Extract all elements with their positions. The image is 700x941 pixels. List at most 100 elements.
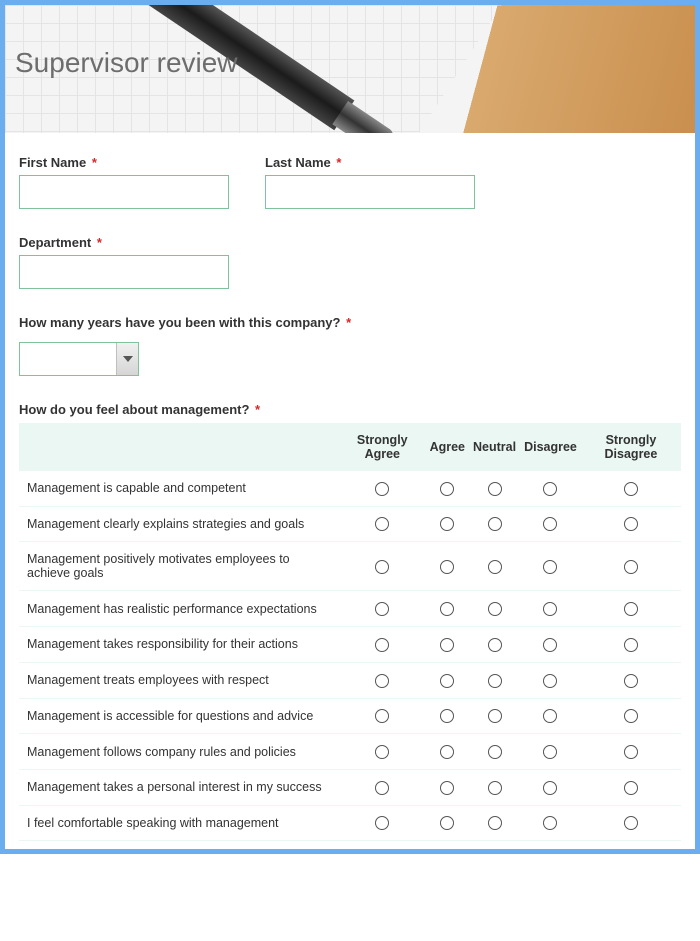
matrix-radio[interactable]	[543, 816, 557, 830]
name-row: First Name * Last Name *	[19, 155, 681, 209]
matrix-radio[interactable]	[375, 674, 389, 688]
matrix-row: Management is capable and competent	[19, 471, 681, 506]
matrix-radio[interactable]	[440, 560, 454, 574]
matrix-radio[interactable]	[543, 638, 557, 652]
management-matrix-table: Strongly Agree Agree Neutral Disagree St…	[19, 423, 681, 841]
years-row: How many years have you been with this c…	[19, 315, 681, 376]
matrix-radio[interactable]	[375, 781, 389, 795]
required-marker: *	[92, 155, 97, 170]
matrix-cell	[581, 769, 681, 805]
matrix-radio[interactable]	[375, 560, 389, 574]
matrix-cell	[469, 805, 520, 841]
management-matrix-section: How do you feel about management? * Stro…	[19, 402, 681, 841]
matrix-radio[interactable]	[624, 638, 638, 652]
matrix-row-label: Management positively motivates employee…	[19, 542, 339, 591]
matrix-radio[interactable]	[624, 674, 638, 688]
matrix-radio[interactable]	[440, 781, 454, 795]
matrix-cell	[426, 698, 469, 734]
years-select-dropdown-button[interactable]	[116, 343, 138, 375]
matrix-row-label: Management takes a personal interest in …	[19, 769, 339, 805]
matrix-radio[interactable]	[543, 560, 557, 574]
matrix-radio[interactable]	[543, 781, 557, 795]
department-input[interactable]	[19, 255, 229, 289]
matrix-radio[interactable]	[624, 781, 638, 795]
matrix-radio[interactable]	[543, 517, 557, 531]
first-name-input[interactable]	[19, 175, 229, 209]
matrix-radio[interactable]	[375, 816, 389, 830]
matrix-cell	[469, 698, 520, 734]
matrix-cell	[426, 542, 469, 591]
matrix-radio[interactable]	[624, 745, 638, 759]
matrix-radio[interactable]	[624, 560, 638, 574]
matrix-col-header: Strongly Agree	[339, 423, 426, 471]
matrix-radio[interactable]	[543, 482, 557, 496]
matrix-radio[interactable]	[375, 602, 389, 616]
matrix-cell	[469, 734, 520, 770]
matrix-radio[interactable]	[488, 674, 502, 688]
matrix-radio[interactable]	[440, 674, 454, 688]
matrix-cell	[581, 591, 681, 627]
last-name-input[interactable]	[265, 175, 475, 209]
matrix-row: Management clearly explains strategies a…	[19, 506, 681, 542]
last-name-label: Last Name *	[265, 155, 475, 170]
matrix-radio[interactable]	[624, 816, 638, 830]
matrix-row-label: Management is accessible for questions a…	[19, 698, 339, 734]
matrix-row-label: Management follows company rules and pol…	[19, 734, 339, 770]
matrix-row: Management has realistic performance exp…	[19, 591, 681, 627]
matrix-radio[interactable]	[488, 745, 502, 759]
matrix-radio[interactable]	[488, 602, 502, 616]
matrix-question-label: How do you feel about management? *	[19, 402, 681, 417]
matrix-radio[interactable]	[624, 709, 638, 723]
matrix-radio[interactable]	[488, 517, 502, 531]
first-name-label-text: First Name	[19, 155, 86, 170]
matrix-radio[interactable]	[488, 816, 502, 830]
matrix-row: Management positively motivates employee…	[19, 542, 681, 591]
matrix-radio[interactable]	[488, 560, 502, 574]
matrix-radio[interactable]	[440, 816, 454, 830]
form-body: First Name * Last Name * Department *	[5, 133, 695, 849]
matrix-radio[interactable]	[375, 482, 389, 496]
matrix-cell	[339, 506, 426, 542]
matrix-radio[interactable]	[440, 602, 454, 616]
matrix-radio[interactable]	[624, 602, 638, 616]
matrix-header-row: Strongly Agree Agree Neutral Disagree St…	[19, 423, 681, 471]
matrix-cell	[426, 591, 469, 627]
matrix-radio[interactable]	[440, 709, 454, 723]
matrix-radio[interactable]	[543, 745, 557, 759]
matrix-radio[interactable]	[488, 482, 502, 496]
matrix-radio[interactable]	[375, 638, 389, 652]
matrix-radio[interactable]	[624, 517, 638, 531]
matrix-cell	[469, 471, 520, 506]
matrix-row: Management follows company rules and pol…	[19, 734, 681, 770]
matrix-cell	[426, 769, 469, 805]
matrix-radio[interactable]	[543, 602, 557, 616]
matrix-cell	[469, 542, 520, 591]
matrix-row-label: Management has realistic performance exp…	[19, 591, 339, 627]
required-marker: *	[255, 402, 260, 417]
matrix-cell	[426, 506, 469, 542]
department-label: Department *	[19, 235, 229, 250]
matrix-radio[interactable]	[543, 709, 557, 723]
matrix-cell	[581, 662, 681, 698]
matrix-radio[interactable]	[488, 709, 502, 723]
matrix-radio[interactable]	[488, 781, 502, 795]
matrix-radio[interactable]	[543, 674, 557, 688]
matrix-radio[interactable]	[375, 709, 389, 723]
matrix-cell	[339, 805, 426, 841]
matrix-cell	[469, 769, 520, 805]
matrix-radio[interactable]	[375, 745, 389, 759]
chevron-down-icon	[123, 356, 133, 362]
matrix-cell	[520, 471, 581, 506]
matrix-radio[interactable]	[440, 638, 454, 652]
matrix-cell	[339, 591, 426, 627]
matrix-cell	[339, 769, 426, 805]
matrix-radio[interactable]	[440, 482, 454, 496]
years-select[interactable]	[19, 342, 139, 376]
matrix-cell	[581, 734, 681, 770]
matrix-radio[interactable]	[440, 517, 454, 531]
matrix-radio[interactable]	[624, 482, 638, 496]
last-name-label-text: Last Name	[265, 155, 331, 170]
matrix-radio[interactable]	[375, 517, 389, 531]
matrix-radio[interactable]	[488, 638, 502, 652]
matrix-radio[interactable]	[440, 745, 454, 759]
